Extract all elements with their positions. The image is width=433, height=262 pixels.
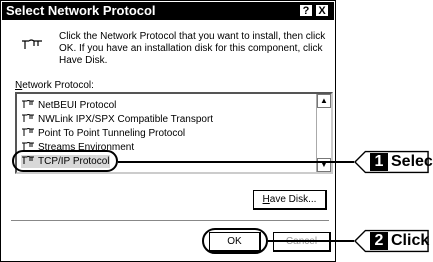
instructions-text: Click the Network Protocol that you want…	[59, 31, 326, 66]
separator	[11, 220, 329, 222]
select-network-protocol-dialog: Select Network Protocol ? X Click the Ne…	[0, 0, 336, 262]
protocol-icon	[22, 114, 34, 122]
selection-highlight-ring	[12, 150, 118, 172]
title-bar: Select Network Protocol ? X	[2, 2, 334, 20]
scroll-up-button[interactable]: ▲	[317, 94, 331, 108]
callout-leader-line	[268, 240, 354, 242]
callout-number: 1	[370, 153, 388, 171]
dialog-title: Select Network Protocol	[6, 3, 156, 18]
cancel-button[interactable]: Cancel	[273, 232, 331, 252]
list-item[interactable]: Point To Point Tunneling Protocol	[21, 127, 185, 140]
callout-leader-line	[118, 161, 354, 163]
help-button[interactable]: ?	[299, 4, 313, 17]
network-protocol-icon	[22, 39, 42, 49]
list-item[interactable]: NetBEUI Protocol	[21, 99, 116, 112]
callout-text: Click	[391, 232, 430, 249]
callout-text: Select	[391, 153, 433, 170]
close-button[interactable]: X	[315, 4, 329, 17]
callout-select: 1 Select	[354, 150, 433, 174]
network-protocol-label: Network Protocol:	[15, 80, 94, 91]
protocol-icon	[22, 100, 34, 108]
callout-click: 2 Click	[354, 229, 433, 253]
list-item[interactable]: NWLink IPX/SPX Compatible Transport	[21, 113, 213, 126]
protocol-icon	[22, 128, 34, 136]
callout-number: 2	[370, 232, 388, 250]
have-disk-button[interactable]: Have Disk...	[253, 190, 327, 210]
ok-highlight-ring	[202, 228, 268, 254]
